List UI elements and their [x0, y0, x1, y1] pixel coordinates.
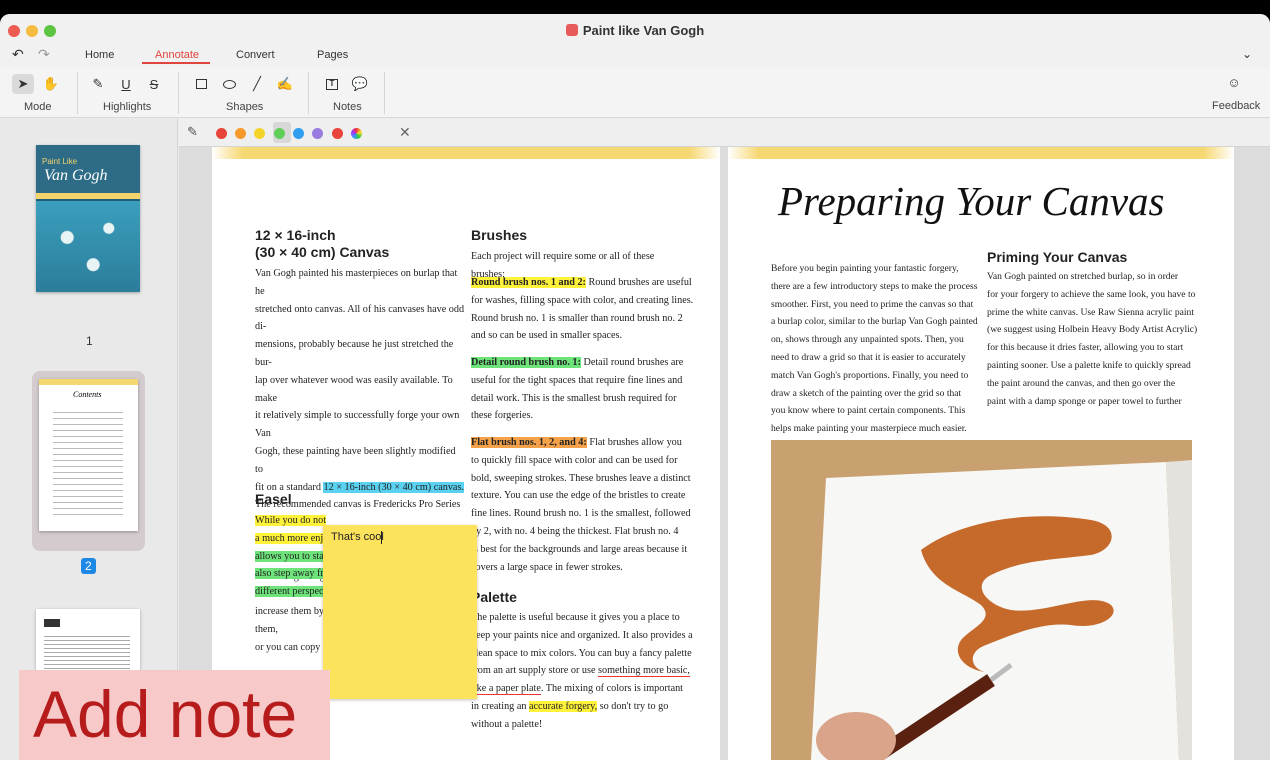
window-title-text: Paint like Van Gogh	[582, 23, 705, 38]
text-cursor	[381, 531, 382, 544]
highlights-group-label: Highlights	[103, 101, 152, 113]
tab-pages[interactable]: Pages	[317, 49, 348, 61]
palette-body: The palette is useful because it gives y…	[471, 612, 693, 730]
page-2-number: 2	[81, 558, 96, 574]
intro-body: Before you begin painting your fantastic…	[771, 263, 978, 435]
pen-icon[interactable]: ✎	[187, 124, 198, 140]
color-purple[interactable]	[312, 128, 323, 139]
annotation-color-bar: ✎ ✕	[179, 119, 1270, 147]
color-orange[interactable]	[235, 128, 246, 139]
add-note-caption: Add note	[19, 670, 330, 760]
ellipse-icon[interactable]	[218, 74, 240, 94]
underline-annotation[interactable]: like a paper plate	[471, 683, 541, 696]
freehand-icon[interactable]: ✍	[274, 74, 296, 94]
active-tab-indicator	[142, 62, 210, 64]
line-icon[interactable]: ╱	[246, 74, 268, 94]
page-1-number: 1	[86, 334, 93, 348]
highlight-yellow[interactable]: Round brush nos. 1 and 2:	[471, 277, 586, 288]
window-title: Paint like Van Gogh	[0, 23, 1270, 38]
color-red[interactable]	[216, 128, 227, 139]
app-icon	[565, 24, 578, 36]
feedback-icon[interactable]: ☺	[1223, 72, 1245, 92]
text-box-icon[interactable]: T	[321, 74, 343, 94]
ribbon-toolbar: ➤ ✋ Mode ✎ U S Highlights ╱ ✍ Shapes T 💬…	[0, 68, 1270, 118]
app-window: Paint like Van Gogh ↶ ↷ Home Annotate Co…	[0, 14, 1270, 760]
divider	[384, 72, 385, 114]
highlight-green[interactable]: Detail round brush no. 1:	[471, 357, 581, 368]
color-green[interactable]	[274, 128, 285, 139]
feedback-button[interactable]: Feedback	[1212, 100, 1260, 112]
strikethrough-icon[interactable]: S	[143, 74, 165, 94]
easel-body: While you do not a much more enjo allows…	[255, 515, 330, 598]
page-title: Preparing Your Canvas	[778, 178, 1165, 224]
close-icon[interactable]: ✕	[399, 124, 411, 141]
underline-icon[interactable]: U	[115, 74, 137, 94]
select-arrow-icon[interactable]: ➤	[12, 74, 34, 94]
page-thumbnail-sidebar: Paint Like Van Gogh 1 Contents 2	[0, 119, 178, 760]
color-picker-icon[interactable]	[351, 128, 362, 139]
canvas-heading: 12 × 16-inch (30 × 40 cm) Canvas	[255, 227, 390, 260]
page-right: Preparing Your Canvas Before you begin p…	[728, 147, 1234, 760]
redo-icon[interactable]: ↷	[38, 46, 50, 63]
tab-home[interactable]: Home	[85, 49, 114, 61]
priming-body: Van Gogh painted on stretched burlap, so…	[987, 271, 1198, 407]
page-2-thumbnail[interactable]: Contents	[39, 379, 138, 531]
divider	[77, 72, 78, 114]
document-view: ✎ ✕ 12 × 16-inch (30 × 40 cm) Canvas Van …	[179, 119, 1270, 760]
highlight-orange[interactable]: Flat brush nos. 1, 2, and 4:	[471, 437, 587, 448]
highlight-blue[interactable]: 12 × 16-inch (30 × 40 cm) canvas.	[323, 481, 464, 493]
chevron-down-icon[interactable]: ⌄	[1242, 47, 1252, 61]
flat-brush-body: Flat brush nos. 1, 2, and 4: Flat brushe…	[471, 437, 691, 573]
highlight-yellow[interactable]: accurate forgery,	[529, 700, 598, 712]
brushes-heading: Brushes	[471, 227, 528, 243]
cover-title-line1: Paint Like	[42, 157, 78, 166]
title-bar: Paint like Van Gogh	[0, 14, 1270, 46]
color-red-2[interactable]	[332, 128, 343, 139]
priming-heading: Priming Your Canvas	[987, 249, 1128, 265]
cover-title-line2: Van Gogh	[44, 167, 108, 184]
sticky-note[interactable]: That's cool	[323, 525, 477, 699]
tab-convert[interactable]: Convert	[236, 49, 275, 61]
round-brush-body: Round brush nos. 1 and 2: Round brushes …	[471, 277, 694, 342]
tab-bar: ↶ ↷ Home Annotate Convert Pages ⌄	[0, 46, 1270, 68]
pen-icon[interactable]: ✎	[87, 74, 109, 94]
divider	[178, 72, 179, 114]
add-note-caption-text: Add note	[33, 677, 298, 751]
mode-group-label: Mode	[24, 101, 52, 113]
sticky-note-text[interactable]: That's cool	[331, 531, 384, 543]
detail-brush-body: Detail round brush no. 1: Detail round b…	[471, 357, 684, 422]
easel-heading: Easel	[255, 491, 292, 507]
divider	[308, 72, 309, 114]
page-1-thumbnail[interactable]: Paint Like Van Gogh	[36, 145, 140, 292]
color-yellow[interactable]	[254, 128, 265, 139]
underline-annotation[interactable]: something more basic,	[598, 665, 690, 678]
contents-title: Contents	[73, 390, 102, 399]
tab-annotate[interactable]: Annotate	[155, 49, 199, 61]
palette-heading: Palette	[471, 589, 517, 605]
sticky-note-icon[interactable]: 💬	[349, 74, 371, 94]
canvas-photo-illustration	[771, 440, 1192, 760]
notes-group-label: Notes	[333, 101, 362, 113]
color-blue[interactable]	[293, 128, 304, 139]
rectangle-icon[interactable]	[190, 74, 212, 94]
canvas-photo	[771, 440, 1192, 760]
shapes-group-label: Shapes	[226, 101, 264, 113]
undo-icon[interactable]: ↶	[12, 46, 24, 63]
hand-icon[interactable]: ✋	[40, 74, 62, 94]
